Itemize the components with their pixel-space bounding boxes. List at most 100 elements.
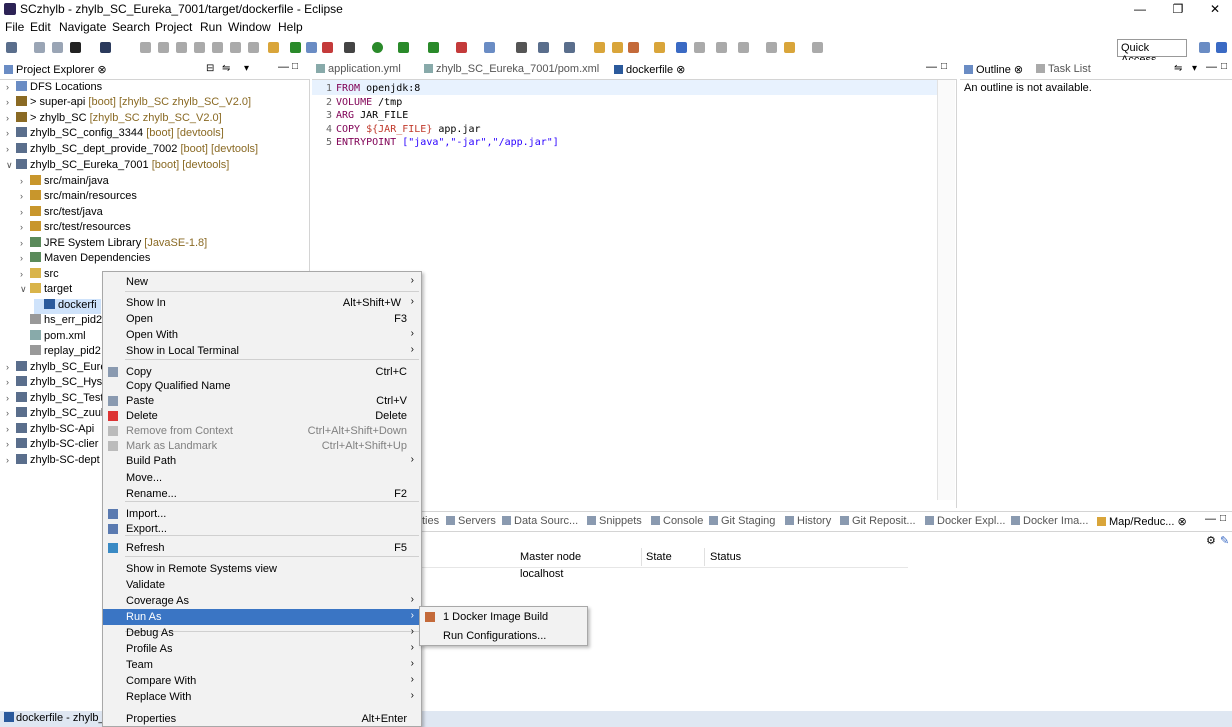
- tree-item[interactable]: › > super-api [boot] [zhylb_SC zhylb_SC_V…: [6, 96, 251, 111]
- filter-icon[interactable]: [484, 42, 495, 53]
- expand-chevron-icon[interactable]: ∨: [20, 284, 30, 295]
- next-annotation-icon[interactable]: [716, 42, 727, 53]
- menu-project[interactable]: Project: [155, 20, 192, 34]
- expand-chevron-icon[interactable]: ›: [6, 362, 16, 372]
- expand-chevron-icon[interactable]: ›: [20, 176, 30, 186]
- back-icon[interactable]: [784, 42, 795, 53]
- tree-item[interactable]: › src/main/resources: [20, 190, 137, 205]
- menu-item-run-as[interactable]: Run As ›: [103, 609, 421, 625]
- editor-minimize-icon[interactable]: —: [926, 61, 937, 73]
- bottom-minimize-icon[interactable]: —: [1205, 513, 1216, 525]
- view-menu-icon[interactable]: ▾: [244, 63, 249, 74]
- bottom-tab[interactable]: ties: [422, 515, 439, 527]
- tree-item[interactable]: replay_pid2: [20, 345, 101, 360]
- suspend-icon[interactable]: [158, 42, 169, 53]
- tree-item[interactable]: › zhylb-SC-clier: [6, 438, 98, 453]
- menu-item-build-path[interactable]: Build Path ›: [103, 453, 421, 469]
- outline-menu-icon[interactable]: ▾: [1192, 63, 1197, 74]
- menu-item-rename[interactable]: Rename... F2: [103, 486, 421, 502]
- menu-file[interactable]: File: [5, 20, 24, 34]
- bottom-tab[interactable]: History: [785, 515, 831, 527]
- menu-item-compare-with[interactable]: Compare With ›: [103, 673, 421, 689]
- maximize-view-icon[interactable]: □: [292, 61, 298, 72]
- tab-task-list[interactable]: Task List: [1036, 63, 1091, 75]
- menu-item-open[interactable]: Open F3: [103, 311, 421, 327]
- expand-chevron-icon[interactable]: ›: [6, 439, 16, 449]
- bottom-tab[interactable]: Git Staging: [709, 515, 775, 527]
- code-line[interactable]: ENTRYPOINT ["java","-jar","/app.jar"]: [336, 137, 559, 148]
- toggle-icon[interactable]: [306, 42, 317, 53]
- bottom-tab[interactable]: Console: [651, 515, 703, 527]
- edit-location-icon[interactable]: ✎: [1220, 534, 1229, 547]
- expand-chevron-icon[interactable]: ›: [6, 408, 16, 418]
- bottom-tab[interactable]: Docker Ima...: [1011, 515, 1088, 527]
- step-over-icon[interactable]: [230, 42, 241, 53]
- bottom-tab[interactable]: Servers: [446, 515, 496, 527]
- column-state[interactable]: State: [646, 551, 672, 563]
- bottom-maximize-icon[interactable]: □: [1220, 513, 1226, 524]
- bottom-tab[interactable]: Data Sourc...: [502, 515, 578, 527]
- expand-chevron-icon[interactable]: ›: [6, 82, 16, 92]
- maximize-button[interactable]: ❐: [1163, 1, 1193, 17]
- disconnect-icon[interactable]: [194, 42, 205, 53]
- menu-item-show-in-local-terminal[interactable]: Show in Local Terminal ›: [103, 343, 421, 359]
- save-all-icon[interactable]: [52, 42, 63, 53]
- menu-item-validate[interactable]: Validate: [103, 577, 421, 593]
- expand-chevron-icon[interactable]: ›: [6, 113, 16, 123]
- menu-item-import[interactable]: Import...: [103, 506, 421, 522]
- code-line[interactable]: ARG JAR_FILE: [336, 110, 408, 121]
- search-icon[interactable]: [628, 42, 639, 53]
- open-perspective-icon[interactable]: [1199, 42, 1210, 53]
- minimize-button[interactable]: —: [1125, 1, 1155, 17]
- column-status[interactable]: Status: [710, 551, 741, 563]
- save-icon[interactable]: [34, 42, 45, 53]
- expand-chevron-icon[interactable]: ›: [20, 222, 30, 232]
- last-edit-icon[interactable]: [766, 42, 777, 53]
- menu-item-open-with[interactable]: Open With ›: [103, 327, 421, 343]
- open-folder-icon[interactable]: [612, 42, 623, 53]
- table-row[interactable]: localhost: [520, 568, 563, 580]
- tree-item[interactable]: › JRE System Library [JavaSE-1.8]: [20, 237, 207, 252]
- tree-item[interactable]: hs_err_pid2: [20, 314, 102, 329]
- expand-chevron-icon[interactable]: ›: [6, 144, 16, 154]
- menu-item-delete[interactable]: Delete Delete: [103, 408, 421, 424]
- menu-window[interactable]: Window: [228, 20, 271, 34]
- new-icon[interactable]: [6, 42, 17, 53]
- expand-chevron-icon[interactable]: ›: [6, 424, 16, 434]
- package-icon[interactable]: [538, 42, 549, 53]
- collapse-all-icon[interactable]: ⊟: [206, 63, 214, 74]
- editor-scrollbar[interactable]: [937, 80, 955, 500]
- tree-item[interactable]: › src/test/resources: [20, 221, 131, 236]
- menu-item-coverage-as[interactable]: Coverage As ›: [103, 593, 421, 609]
- tree-item[interactable]: ∨ zhylb_SC_Eureka_7001 [boot] [devtools]: [6, 159, 229, 174]
- menu-item-properties[interactable]: Properties Alt+Enter: [103, 711, 421, 727]
- tree-item[interactable]: ∨ target: [20, 283, 72, 298]
- tab-project-explorer[interactable]: Project Explorer ⊗: [4, 63, 107, 76]
- expand-chevron-icon[interactable]: ›: [6, 455, 16, 465]
- tree-item[interactable]: pom.xml: [20, 330, 86, 345]
- run-icon[interactable]: [372, 42, 383, 53]
- expand-chevron-icon[interactable]: ›: [6, 128, 16, 138]
- column-master-node[interactable]: Master node: [520, 551, 581, 563]
- open-type-icon[interactable]: [594, 42, 605, 53]
- step-return-icon[interactable]: [248, 42, 259, 53]
- forward-icon[interactable]: [812, 42, 823, 53]
- expand-chevron-icon[interactable]: ›: [6, 97, 16, 107]
- menu-item-export[interactable]: Export...: [103, 521, 421, 537]
- tab-pom-xml[interactable]: zhylb_SC_Eureka_7001/pom.xml: [424, 63, 599, 75]
- menu-item-replace-with[interactable]: Replace With ›: [103, 689, 421, 705]
- quick-access-input[interactable]: Quick Access: [1117, 39, 1187, 66]
- expand-chevron-icon[interactable]: ›: [6, 377, 16, 387]
- minimize-view-icon[interactable]: —: [278, 61, 289, 73]
- editor-maximize-icon[interactable]: □: [941, 61, 947, 72]
- menu-item-refresh[interactable]: Refresh F5: [103, 540, 421, 556]
- run-last-icon[interactable]: [398, 42, 409, 53]
- tree-item[interactable]: › zhylb_SC_dept_provide_7002 [boot] [devt…: [6, 143, 258, 158]
- expand-chevron-icon[interactable]: ›: [20, 191, 30, 201]
- tree-item[interactable]: › zhylb_SC_Eure: [6, 361, 106, 376]
- expand-chevron-icon[interactable]: ›: [20, 207, 30, 217]
- menu-navigate[interactable]: Navigate: [59, 20, 106, 34]
- new-class-icon[interactable]: [516, 42, 527, 53]
- annotation-icon[interactable]: [694, 42, 705, 53]
- menu-item-paste[interactable]: Paste Ctrl+V: [103, 393, 421, 409]
